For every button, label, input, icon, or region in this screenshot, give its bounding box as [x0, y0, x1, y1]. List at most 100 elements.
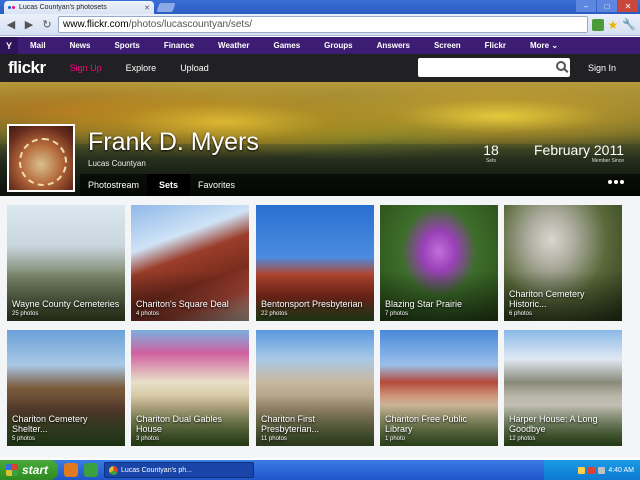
set-count: 7 photos — [385, 311, 409, 317]
set-tile[interactable]: Chariton's Square Deal 4 photos — [131, 205, 249, 321]
upload-link[interactable]: Upload — [180, 63, 209, 73]
explore-link[interactable]: Explore — [126, 63, 157, 73]
tray-icon[interactable] — [588, 466, 596, 474]
set-count: 3 photos — [136, 436, 160, 442]
search-icon[interactable] — [556, 61, 566, 71]
member-since-date: February 2011 — [533, 142, 624, 158]
ybar-item-finance[interactable]: Finance — [152, 41, 206, 50]
extension-icon[interactable] — [591, 18, 604, 31]
set-tile[interactable]: Bentonsport Presbyterian 22 photos — [256, 205, 374, 321]
quicklaunch-firefox-icon[interactable] — [64, 463, 78, 477]
new-tab-button[interactable] — [156, 3, 176, 12]
tab-title: Lucas Countyan's photosets — [19, 4, 107, 11]
set-tile[interactable]: Chariton Cemetery Shelter... 5 photos — [7, 330, 125, 446]
set-caption: Chariton Free Public Library 1 photo — [385, 414, 494, 442]
taskbar-chrome-window[interactable]: Lucas Countyan's ph... — [104, 462, 254, 478]
browser-tabstrip: Lucas Countyan's photosets ✕ – □ ✕ — [0, 0, 640, 14]
set-title: Blazing Star Prairie — [385, 299, 463, 309]
set-tile[interactable]: Blazing Star Prairie 7 photos — [380, 205, 498, 321]
set-title: Chariton First Presbyterian... — [261, 414, 320, 434]
yahoo-logo-icon[interactable]: Y — [0, 37, 18, 54]
profile-username: Lucas Countyan — [88, 159, 146, 168]
set-count: 11 photos — [261, 436, 287, 442]
flickr-favicon-icon — [8, 5, 16, 11]
quicklaunch-chrome-icon[interactable] — [84, 463, 98, 477]
set-count: 22 photos — [261, 311, 288, 317]
ybar-item-mail[interactable]: Mail — [18, 41, 58, 50]
set-count: 5 photos — [12, 436, 36, 442]
wrench-menu-icon[interactable]: 🔧 — [622, 18, 636, 31]
ybar-item-news[interactable]: News — [58, 41, 103, 50]
ybar-item-screen[interactable]: Screen — [422, 41, 473, 50]
tab-close-icon[interactable]: ✕ — [144, 4, 150, 12]
set-caption: Wayne County Cemeteries 25 photos — [12, 299, 121, 317]
ybar-item-flickr[interactable]: Flickr — [473, 41, 518, 50]
start-label: start — [22, 463, 49, 477]
more-options-icon[interactable] — [608, 180, 624, 184]
set-caption: Chariton Dual Gables House 3 photos — [136, 414, 245, 442]
set-title: Chariton Free Public Library — [385, 414, 468, 434]
set-tile[interactable]: Chariton Cemetery Historic... 6 photos — [504, 205, 622, 321]
ybar-item-games[interactable]: Games — [261, 41, 312, 50]
ybar-item-sports[interactable]: Sports — [102, 41, 151, 50]
set-caption: Chariton Cemetery Shelter... 5 photos — [12, 414, 121, 442]
set-title: Chariton Cemetery Shelter... — [12, 414, 88, 434]
yahoo-bar: Y Mail News Sports Finance Weather Games… — [0, 37, 640, 54]
set-count: 1 photo — [385, 436, 406, 442]
set-count: 4 photos — [136, 311, 160, 317]
minimize-icon[interactable]: – — [576, 0, 596, 12]
bookmark-star-icon[interactable]: ★ — [608, 18, 619, 32]
maximize-icon[interactable]: □ — [597, 0, 617, 12]
set-caption: Bentonsport Presbyterian 22 photos — [261, 299, 370, 317]
ybar-item-groups[interactable]: Groups — [312, 41, 364, 50]
avatar[interactable] — [7, 124, 75, 192]
set-title: Chariton Cemetery Historic... — [509, 289, 585, 309]
url-path: /photos/lucascountyan/sets/ — [128, 19, 252, 30]
start-button[interactable]: start — [0, 460, 58, 480]
set-count: 12 photos — [509, 436, 536, 442]
set-tile[interactable]: Chariton First Presbyterian... 11 photos — [256, 330, 374, 446]
taskbar-item-label: Lucas Countyan's ph... — [121, 466, 192, 474]
set-tile[interactable]: Chariton Free Public Library 1 photo — [380, 330, 498, 446]
set-count: 6 photos — [509, 311, 533, 317]
reload-icon[interactable]: ↻ — [40, 18, 54, 32]
tab-photostream[interactable]: Photostream — [80, 174, 147, 196]
windows-logo-icon — [6, 464, 18, 476]
profile-subnav: Photostream Sets Favorites — [80, 174, 640, 196]
member-since-label: Member Since — [591, 158, 624, 164]
address-bar[interactable]: www.flickr.com/photos/lucascountyan/sets… — [58, 16, 588, 33]
browser-tab[interactable]: Lucas Countyan's photosets ✕ — [4, 1, 154, 14]
ybar-item-more[interactable]: More ⌄ — [518, 41, 570, 50]
close-window-icon[interactable]: ✕ — [618, 0, 638, 12]
profile-name: Frank D. Myers — [88, 128, 259, 156]
signin-link[interactable]: Sign In — [588, 63, 616, 73]
tray-icon[interactable] — [578, 466, 586, 474]
chrome-icon — [109, 465, 118, 475]
set-tile[interactable]: Harper House: A Long Goodbye 12 photos — [504, 330, 622, 446]
back-icon[interactable]: ◀ — [4, 18, 18, 32]
set-caption: Chariton Cemetery Historic... 6 photos — [509, 289, 618, 317]
tab-sets[interactable]: Sets — [147, 174, 191, 196]
browser-toolbar: ◀ ▶ ↻ www.flickr.com/photos/lucascountya… — [0, 14, 640, 36]
set-tile[interactable]: Chariton Dual Gables House 3 photos — [131, 330, 249, 446]
ybar-item-weather[interactable]: Weather — [206, 41, 261, 50]
windows-taskbar: start Lucas Countyan's ph... 4:40 AM — [0, 460, 640, 480]
tray-icon[interactable] — [598, 466, 606, 474]
forward-icon[interactable]: ▶ — [22, 18, 36, 32]
set-caption: Chariton First Presbyterian... 11 photos — [261, 414, 370, 442]
url-domain: www.flickr.com — [63, 19, 129, 30]
set-caption: Harper House: A Long Goodbye 12 photos — [509, 414, 618, 442]
set-tile[interactable]: Wayne County Cemeteries 25 photos — [7, 205, 125, 321]
set-caption: Chariton's Square Deal 4 photos — [136, 299, 245, 317]
flickr-header: flickr Sign Up Explore Upload Sign In — [0, 54, 640, 82]
sets-count: 18 — [483, 142, 499, 158]
search-input[interactable] — [418, 58, 570, 77]
sets-stat: 18 Sets — [480, 142, 502, 164]
signup-link[interactable]: Sign Up — [70, 63, 102, 73]
flickr-logo[interactable]: flickr — [8, 58, 46, 78]
window-controls: – □ ✕ — [576, 0, 638, 12]
tab-favorites[interactable]: Favorites — [190, 174, 243, 196]
ybar-item-answers[interactable]: Answers — [365, 41, 422, 50]
set-title: Wayne County Cemeteries — [12, 299, 120, 309]
flickr-nav: Sign Up Explore Upload — [70, 63, 209, 73]
